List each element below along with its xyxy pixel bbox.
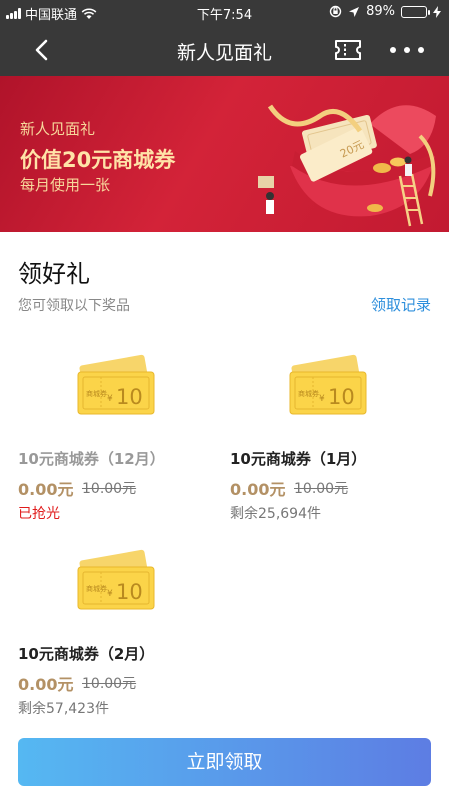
coupon-currency: ¥ [107,589,113,599]
page-title: 新人见面礼 [176,42,272,64]
status-right: 89% [329,4,441,19]
prize-original-price: 10.00元 [82,481,137,497]
battery-percent: 89% [366,4,395,19]
gift-box-illustration: 20元 [258,104,436,227]
more-icon[interactable] [390,39,424,61]
coupon-label: 商城券 [298,389,319,398]
coupon-label: 商城券 [86,389,107,398]
prize-name: 10元商城券（12月） [18,450,165,468]
prize-name: 10元商城券（1月） [230,450,367,468]
prize-stock: 剩余25,694件 [230,506,321,522]
status-bar: 中国联通 下午7:54 89% [0,0,449,24]
prize-original-price: 10.00元 [294,481,349,497]
claim-records-link[interactable]: 领取记录 [371,294,431,315]
coupon-value: 10 [328,385,355,409]
battery-icon [401,5,430,18]
coupon-currency: ¥ [319,394,325,404]
prize-original-price: 10.00元 [82,676,137,692]
prize-card[interactable]: 商城券 ¥ 10 10元商城券（1月） 0.00元 10.00元 剩余25,69… [230,350,430,522]
claim-now-button[interactable]: 立即领取 [18,738,431,786]
coupon-label: 商城券 [86,584,107,593]
coupon-value: 10 [116,580,143,604]
rotation-lock-icon [329,5,342,18]
banner-title: 新人见面礼 [20,120,96,138]
coupon-icon: 商城券 ¥ 10 [77,549,155,610]
coupon-currency: ¥ [107,394,113,404]
coupon-value: 10 [116,385,143,409]
prize-price: 0.00元 [18,675,74,694]
prize-status: 已抢光 [18,506,60,522]
banner-note: 每月使用一张 [20,176,111,194]
section-subtitle: 您可领取以下奖品 [18,298,130,314]
banner-value: 价值20元商城券 [20,148,176,172]
location-icon [349,6,360,17]
coupon-icon: 商城券 ¥ 10 [289,354,367,415]
ticket-icon[interactable] [334,39,362,61]
promo-banner: 新人见面礼 价值20元商城券 每月使用一张 20元 [0,76,449,232]
section-title: 领好礼 [18,260,90,288]
nav-bar: 新人见面礼 [0,24,449,76]
prize-price: 0.00元 [18,480,74,499]
prize-card[interactable]: 商城券 ¥ 10 10元商城券（2月） 0.00元 10.00元 剩余57,42… [18,545,218,717]
charging-icon [433,5,441,18]
prize-card[interactable]: 商城券 ¥ 10 10元商城券（12月） 0.00元 10.00元 已抢光 [18,350,218,522]
prize-name: 10元商城券（2月） [18,645,155,663]
prize-price: 0.00元 [230,480,286,499]
coupon-icon: 商城券 ¥ 10 [77,354,155,415]
prize-stock: 剩余57,423件 [18,701,109,717]
